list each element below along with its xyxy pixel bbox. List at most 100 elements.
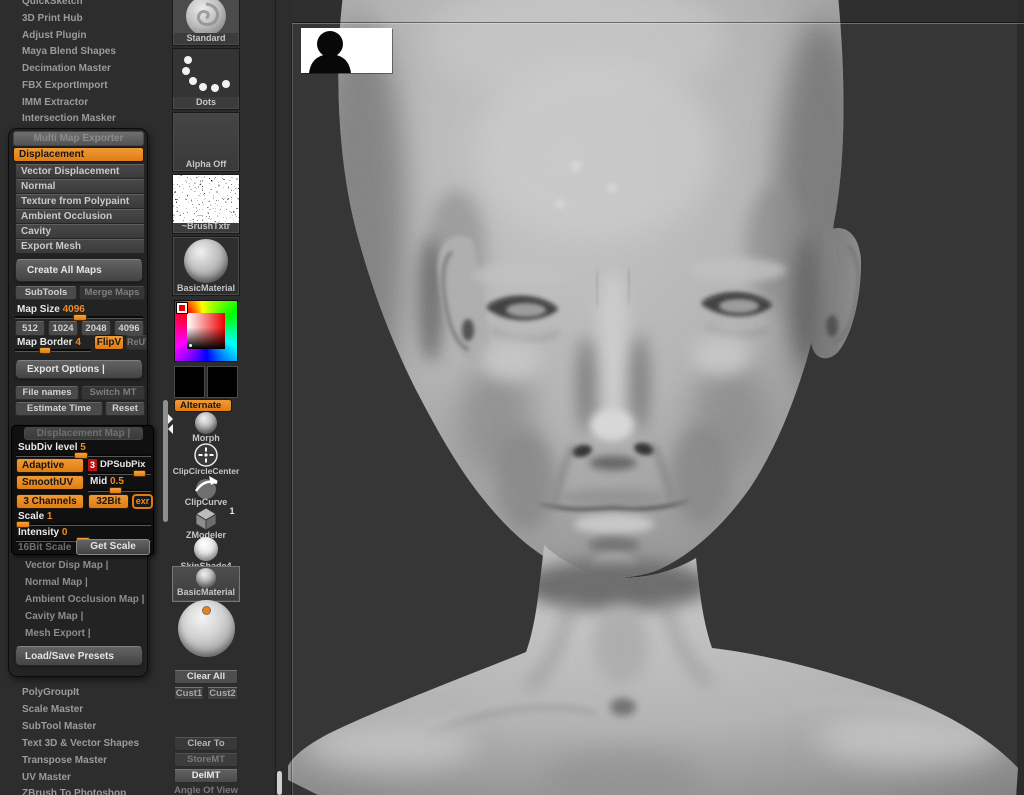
- zmodeler-badge: 1: [229, 506, 235, 516]
- material-label: BasicMaterial: [176, 283, 236, 293]
- alpha-label: Alpha Off: [185, 159, 227, 169]
- alpha-thumbnail[interactable]: Alpha Off: [172, 112, 240, 172]
- panel-header-multi-map-exporter[interactable]: Multi Map Exporter: [13, 131, 144, 146]
- hue-selector[interactable]: [177, 303, 187, 313]
- vector-displacement-toggle[interactable]: Vector Displacement: [15, 164, 145, 179]
- channels-toggle[interactable]: 3 Channels: [16, 494, 84, 509]
- secondary-color-swatch[interactable]: [207, 366, 238, 398]
- menu-item-quicksketch[interactable]: QuickSketch: [22, 0, 83, 7]
- texture-thumbnail[interactable]: ~BrushTxtr: [172, 174, 240, 234]
- del-mt-button[interactable]: DelMT: [174, 769, 238, 783]
- dpsubpix-slider-handle[interactable]: [133, 470, 146, 477]
- morph-label: Morph: [192, 433, 220, 443]
- displacement-toggle[interactable]: Displacement: [13, 147, 144, 162]
- flipv-toggle[interactable]: FlipV: [94, 335, 124, 350]
- ambient-occlusion-toggle[interactable]: Ambient Occlusion: [15, 209, 145, 224]
- size-2048-button[interactable]: 2048: [81, 321, 111, 336]
- size-1024-button[interactable]: 1024: [48, 321, 78, 336]
- selected-material-thumbnail[interactable]: BasicMaterial: [172, 566, 240, 602]
- cust2-button[interactable]: Cust2: [207, 687, 238, 700]
- section-cavity-map[interactable]: Cavity Map |: [25, 611, 83, 622]
- brush-thumbnail[interactable]: Standard: [172, 0, 240, 46]
- merge-maps-button[interactable]: Merge Maps: [79, 286, 145, 300]
- angle-of-view-label[interactable]: Angle Of View: [172, 785, 240, 795]
- section-normal-map[interactable]: Normal Map |: [25, 577, 88, 588]
- menu-item-uv-master[interactable]: UV Master: [22, 772, 71, 783]
- adaptive-toggle[interactable]: Adaptive: [16, 458, 84, 473]
- bit-depth-toggle[interactable]: 32Bit: [88, 494, 129, 509]
- intensity-label: Intensity 0: [18, 527, 68, 538]
- subtools-button[interactable]: SubTools: [15, 286, 77, 300]
- dpsubpix-label[interactable]: DPSubPix: [100, 459, 145, 470]
- intensity-value: 0: [61, 527, 68, 538]
- export-mesh-toggle[interactable]: Export Mesh: [15, 239, 145, 254]
- section-ambient-occlusion-map[interactable]: Ambient Occlusion Map |: [25, 594, 144, 605]
- morph-icon[interactable]: [195, 412, 217, 434]
- document-border-top: [292, 23, 1024, 24]
- stroke-label: Dots: [196, 97, 216, 107]
- zbrush-window: QuickSketch 3D Print Hub Adjust Plugin M…: [0, 0, 1024, 795]
- menu-item-text-3d-vector[interactable]: Text 3D & Vector Shapes: [22, 738, 139, 749]
- map-size-slider-handle[interactable]: [73, 314, 87, 321]
- canvas-scrollbar-nub[interactable]: [277, 771, 282, 795]
- store-mt-button[interactable]: StoreMT: [174, 753, 238, 767]
- stroke-thumbnail[interactable]: Dots: [172, 48, 240, 110]
- create-all-maps-button[interactable]: Create All Maps: [15, 259, 143, 282]
- scale-slider[interactable]: [16, 523, 151, 526]
- main-color-swatch[interactable]: [174, 366, 205, 398]
- switch-mt-button[interactable]: Switch MT: [81, 386, 145, 400]
- size-4096-button[interactable]: 4096: [114, 321, 144, 336]
- menu-item-adjust-plugin[interactable]: Adjust Plugin: [22, 30, 86, 41]
- displacement-map-subpanel: Displacement Map | SubDiv level 5 Adapti…: [11, 425, 154, 555]
- sculpted-head-model: [288, 0, 1018, 795]
- section-vector-disp-map[interactable]: Vector Disp Map |: [25, 560, 108, 571]
- basic-material-sphere-icon: [184, 239, 228, 283]
- alternate-toggle[interactable]: Alternate: [174, 399, 232, 412]
- material-thumbnail[interactable]: BasicMaterial: [172, 236, 240, 296]
- menu-item-maya-blend-shapes[interactable]: Maya Blend Shapes: [22, 46, 116, 57]
- menu-item-polygroupit[interactable]: PolyGroupIt: [22, 687, 79, 698]
- get-scale-button[interactable]: Get Scale: [76, 539, 150, 555]
- estimate-time-button[interactable]: Estimate Time: [15, 402, 103, 416]
- displacement-map-preview[interactable]: [301, 28, 392, 73]
- clear-to-button[interactable]: Clear To: [174, 737, 238, 751]
- map-border-slider-handle[interactable]: [39, 347, 51, 354]
- reset-button[interactable]: Reset: [105, 402, 145, 416]
- map-border-slider[interactable]: [15, 349, 91, 352]
- texture-from-polypaint-toggle[interactable]: Texture from Polypaint: [15, 194, 145, 209]
- menu-item-intersection-masker[interactable]: Intersection Masker: [22, 113, 116, 124]
- clear-all-button[interactable]: Clear All: [174, 670, 238, 684]
- menu-item-decimation-master[interactable]: Decimation Master: [22, 63, 111, 74]
- reuv-button[interactable]: ReUV: [126, 335, 147, 350]
- menu-item-imm-extractor[interactable]: IMM Extractor: [22, 97, 88, 108]
- menu-item-transpose-master[interactable]: Transpose Master: [22, 755, 107, 766]
- color-picker[interactable]: [174, 300, 238, 362]
- skinshade4-icon[interactable]: [194, 537, 218, 561]
- normal-toggle[interactable]: Normal: [15, 179, 145, 194]
- multi-map-exporter-panel: Multi Map Exporter Displacement Vector D…: [8, 128, 154, 677]
- exr-format-toggle[interactable]: exr: [132, 494, 153, 509]
- mid-slider-handle[interactable]: [109, 487, 122, 494]
- load-save-presets-button[interactable]: Load/Save Presets: [15, 646, 143, 666]
- saturation-value-square[interactable]: [187, 313, 225, 349]
- brush-texture-noise-icon: [173, 175, 239, 223]
- cust1-button[interactable]: Cust1: [174, 687, 204, 700]
- size-512-button[interactable]: 512: [15, 321, 45, 336]
- menu-item-scale-master[interactable]: Scale Master: [22, 704, 83, 715]
- zmodeler-icon[interactable]: [193, 506, 219, 532]
- smoothuv-toggle[interactable]: SmoothUV: [16, 475, 84, 490]
- file-names-button[interactable]: File names: [15, 386, 79, 400]
- color-selector-dot[interactable]: [189, 344, 192, 347]
- cavity-toggle[interactable]: Cavity: [15, 224, 145, 239]
- viewport-canvas[interactable]: [275, 0, 1024, 795]
- section-mesh-export[interactable]: Mesh Export |: [25, 628, 91, 639]
- menu-item-zbrush-to-photoshop[interactable]: ZBrush To Photoshop: [22, 788, 126, 795]
- document-border-left: [292, 23, 293, 795]
- menu-item-subtool-master[interactable]: SubTool Master: [22, 721, 96, 732]
- displacement-map-header[interactable]: Displacement Map |: [24, 427, 143, 440]
- export-options-button[interactable]: Export Options |: [15, 360, 143, 379]
- clip-circle-center-icon[interactable]: [194, 443, 218, 467]
- tray-divider-arrow-right-icon[interactable]: [168, 414, 178, 424]
- menu-item-fbx-exportimport[interactable]: FBX ExportImport: [22, 80, 108, 91]
- menu-item-3d-print-hub[interactable]: 3D Print Hub: [22, 13, 83, 24]
